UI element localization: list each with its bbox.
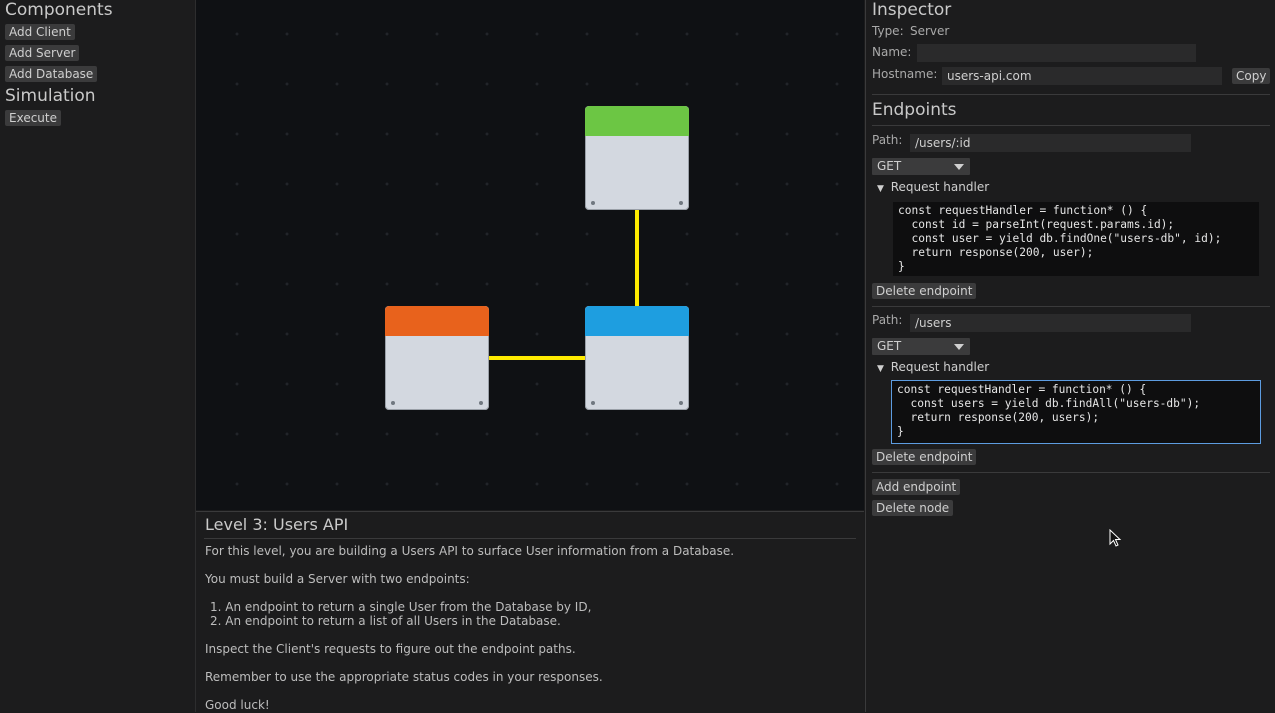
code-editor[interactable]: const requestHandler = function* () { co… [891, 380, 1261, 444]
simulation-heading: Simulation [5, 86, 96, 106]
list-item: 2. An endpoint to return a list of all U… [210, 614, 561, 628]
request-handler-toggle[interactable]: ▼ Request handler [877, 180, 989, 194]
database-node[interactable] [385, 306, 489, 410]
port-dot [591, 201, 595, 205]
copy-button[interactable]: Copy [1232, 68, 1271, 84]
method-select[interactable]: GET [872, 158, 970, 175]
port-dot [679, 401, 683, 405]
path-label: Path: [872, 133, 903, 147]
chevron-down-icon [954, 164, 964, 170]
divider [872, 472, 1270, 473]
name-label: Name: [872, 45, 912, 59]
delete-node-button[interactable]: Delete node [872, 500, 954, 516]
level-requirement: You must build a Server with two endpoin… [205, 572, 470, 586]
add-client-button[interactable]: Add Client [5, 24, 75, 40]
server-node[interactable] [585, 306, 689, 410]
client-node[interactable] [585, 106, 689, 210]
client-node-header [585, 106, 689, 136]
server-node-header [585, 306, 689, 336]
level-closing: Good luck! [205, 698, 270, 712]
components-panel: Components Add Client Add Server Add Dat… [0, 0, 196, 712]
delete-endpoint-button[interactable]: Delete endpoint [872, 449, 977, 465]
type-value: Server [910, 24, 950, 38]
type-label: Type: [872, 24, 904, 38]
name-input[interactable] [917, 44, 1196, 62]
inspector-heading: Inspector [872, 0, 952, 20]
execute-button[interactable]: Execute [5, 110, 61, 126]
level-reminder: Remember to use the appropriate status c… [205, 670, 603, 684]
level-description-panel: Level 3: Users API For this level, you a… [196, 511, 864, 713]
path-label: Path: [872, 313, 903, 327]
method-select-value: GET [877, 339, 902, 353]
method-select-value: GET [877, 159, 902, 173]
divider [204, 538, 856, 539]
request-handler-label: Request handler [890, 180, 990, 194]
triangle-down-icon: ▼ [877, 364, 884, 374]
divider [872, 94, 1270, 95]
database-node-header [385, 306, 489, 336]
hostname-label: Hostname: [872, 67, 938, 81]
node-canvas[interactable] [196, 0, 864, 510]
list-item: 1. An endpoint to return a single User f… [210, 600, 592, 614]
endpoint-path-input[interactable]: /users [910, 314, 1191, 332]
triangle-down-icon: ▼ [877, 184, 884, 194]
chevron-down-icon [954, 344, 964, 350]
level-intro: For this level, you are building a Users… [205, 544, 735, 558]
code-editor[interactable]: const requestHandler = function* () { co… [893, 202, 1259, 276]
endpoint-path-input[interactable]: /users/:id [910, 134, 1191, 152]
divider [872, 125, 1270, 126]
port-dot [391, 401, 395, 405]
port-dot [679, 201, 683, 205]
delete-endpoint-button[interactable]: Delete endpoint [872, 283, 977, 299]
level-hint: Inspect the Client's requests to figure … [205, 642, 576, 656]
mouse-cursor-icon [1109, 529, 1122, 547]
level-title: Level 3: Users API [205, 515, 349, 534]
divider [872, 306, 1270, 307]
hostname-input[interactable]: users-api.com [942, 67, 1222, 85]
request-handler-toggle[interactable]: ▼ Request handler [877, 360, 989, 374]
request-handler-label: Request handler [890, 360, 990, 374]
connections [489, 210, 639, 360]
endpoints-heading: Endpoints [872, 100, 957, 120]
components-heading: Components [5, 0, 113, 20]
method-select[interactable]: GET [872, 338, 970, 355]
port-dot [591, 401, 595, 405]
inspector-panel: Inspector Type: Server Name: Hostname: u… [865, 0, 1275, 712]
port-dot [479, 401, 483, 405]
add-database-button[interactable]: Add Database [5, 66, 98, 82]
add-server-button[interactable]: Add Server [5, 45, 80, 61]
add-endpoint-button[interactable]: Add endpoint [872, 479, 961, 495]
